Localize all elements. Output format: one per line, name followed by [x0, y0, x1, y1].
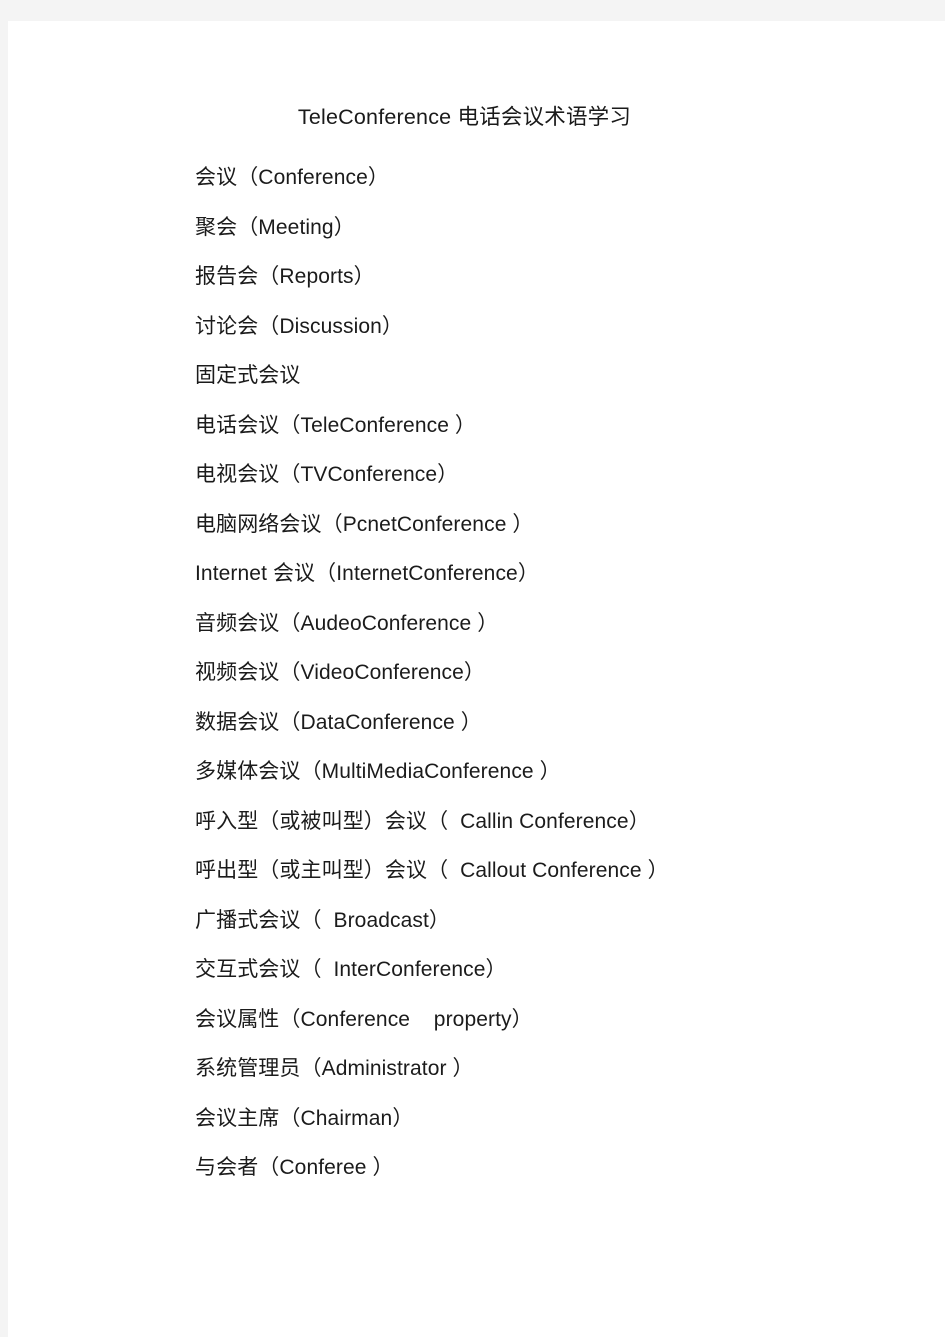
term-line: 呼入型（或被叫型）会议（ Callin Conference） [195, 809, 650, 833]
term-line: 多媒体会议（MultiMediaConference ） [195, 760, 561, 783]
term-line: 会议（Conference） [195, 166, 389, 189]
document-title: TeleConference 电话会议术语学习 [297, 105, 632, 129]
term-line: 与会者（Conferee ） [195, 1156, 394, 1179]
terminology-list: 会议（Conference） 聚会（Meeting） 报告会（Reports） … [195, 153, 915, 1193]
term-line: 数据会议（DataConference ） [195, 710, 482, 734]
term-line: 呼出型（或主叫型）会议（ Callout Conference ） [195, 859, 669, 882]
document-body: TeleConference 电话会议术语学习 会议（Conference） 聚… [8, 21, 945, 1337]
term-line: 视频会议（VideoConference） [195, 661, 485, 684]
term-line: 固定式会议 [195, 364, 301, 387]
term-line: 会议主席（Chairman） [195, 1106, 414, 1130]
term-line: 讨论会（Discussion） [195, 314, 404, 338]
term-line: 电话会议（TeleConference ） [195, 413, 477, 437]
term-line: 广播式会议（ Broadcast） [195, 908, 451, 932]
term-line: 交互式会议（ InterConference） [195, 958, 507, 981]
term-line: 电视会议（TVConference） [195, 463, 459, 486]
term-line: Internet 会议（InternetConference） [195, 562, 539, 585]
term-line: 会议属性（Conference property） [195, 1007, 533, 1031]
term-line: 系统管理员（Administrator ） [195, 1057, 474, 1080]
document-page: TeleConference 电话会议术语学习 会议（Conference） 聚… [8, 21, 945, 1337]
term-line: 聚会（Meeting） [195, 215, 355, 239]
term-line: 音频会议（AudeoConference ） [195, 611, 499, 635]
term-line: 电脑网络会议（PcnetConference ） [195, 512, 534, 536]
term-line: 报告会（Reports） [195, 265, 375, 288]
